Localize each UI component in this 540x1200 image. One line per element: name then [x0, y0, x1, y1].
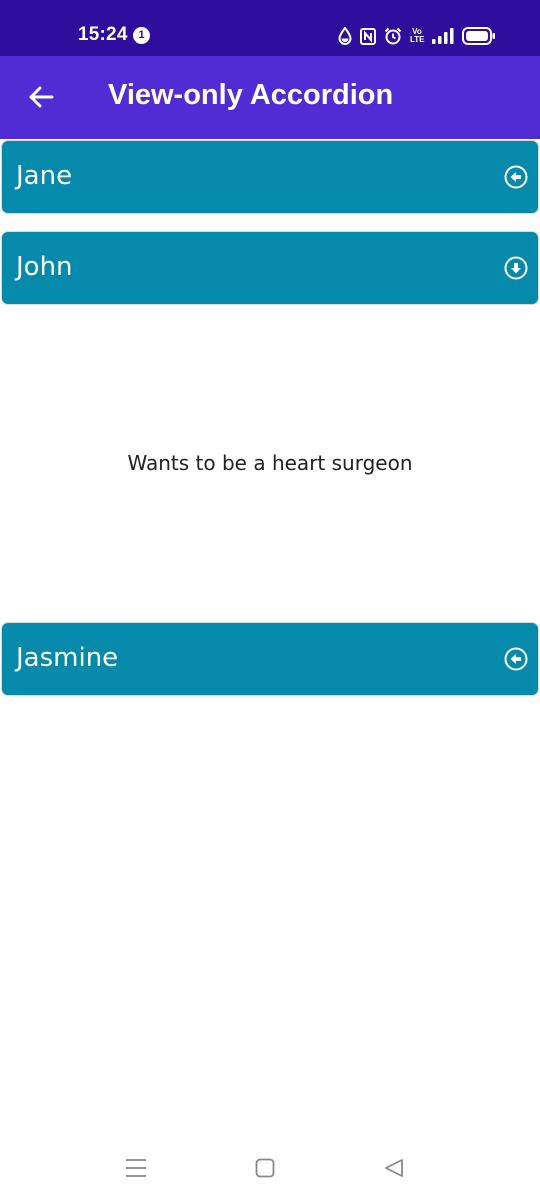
water-drop-icon [338, 27, 352, 45]
system-nav-bar [0, 1140, 540, 1200]
accordion-header-john[interactable]: John [2, 232, 538, 304]
nav-home-button[interactable] [245, 1152, 285, 1184]
nav-back-button[interactable] [374, 1152, 414, 1184]
volte-icon: Vo LTE [410, 28, 425, 44]
notification-badge: 1 [133, 27, 150, 44]
accordion-content-john: Wants to be a heart surgeon [0, 305, 540, 623]
accordion-header-jasmine[interactable]: Jasmine [2, 623, 538, 695]
back-button[interactable] [20, 76, 62, 118]
status-icons: Vo LTE [338, 26, 496, 46]
status-time: 15:24 [78, 24, 128, 45]
arrow-down-circle-icon [504, 256, 528, 280]
home-icon [255, 1158, 275, 1178]
alarm-icon [384, 27, 402, 45]
battery-icon [462, 27, 495, 45]
app-bar: View-only Accordion [0, 56, 540, 139]
signal-icon [432, 28, 454, 44]
nav-menu-button[interactable] [116, 1152, 156, 1184]
menu-icon [126, 1159, 146, 1177]
nfc-icon [360, 27, 376, 45]
accordion-title: John [16, 252, 73, 282]
accordion-content-text: Wants to be a heart surgeon [127, 451, 413, 475]
accordion-title: Jasmine [16, 643, 119, 673]
arrow-left-icon [29, 86, 54, 108]
page-title: View-only Accordion [108, 79, 394, 111]
arrow-left-circle-icon [504, 647, 528, 671]
status-bar: 15:24 1 Vo LTE [0, 0, 540, 56]
arrow-left-circle-icon [504, 165, 528, 189]
back-icon [385, 1159, 403, 1177]
volte-bottom-label: LTE [410, 35, 425, 44]
accordion-header-jane[interactable]: Jane [2, 141, 538, 213]
accordion-title: Jane [16, 161, 73, 191]
